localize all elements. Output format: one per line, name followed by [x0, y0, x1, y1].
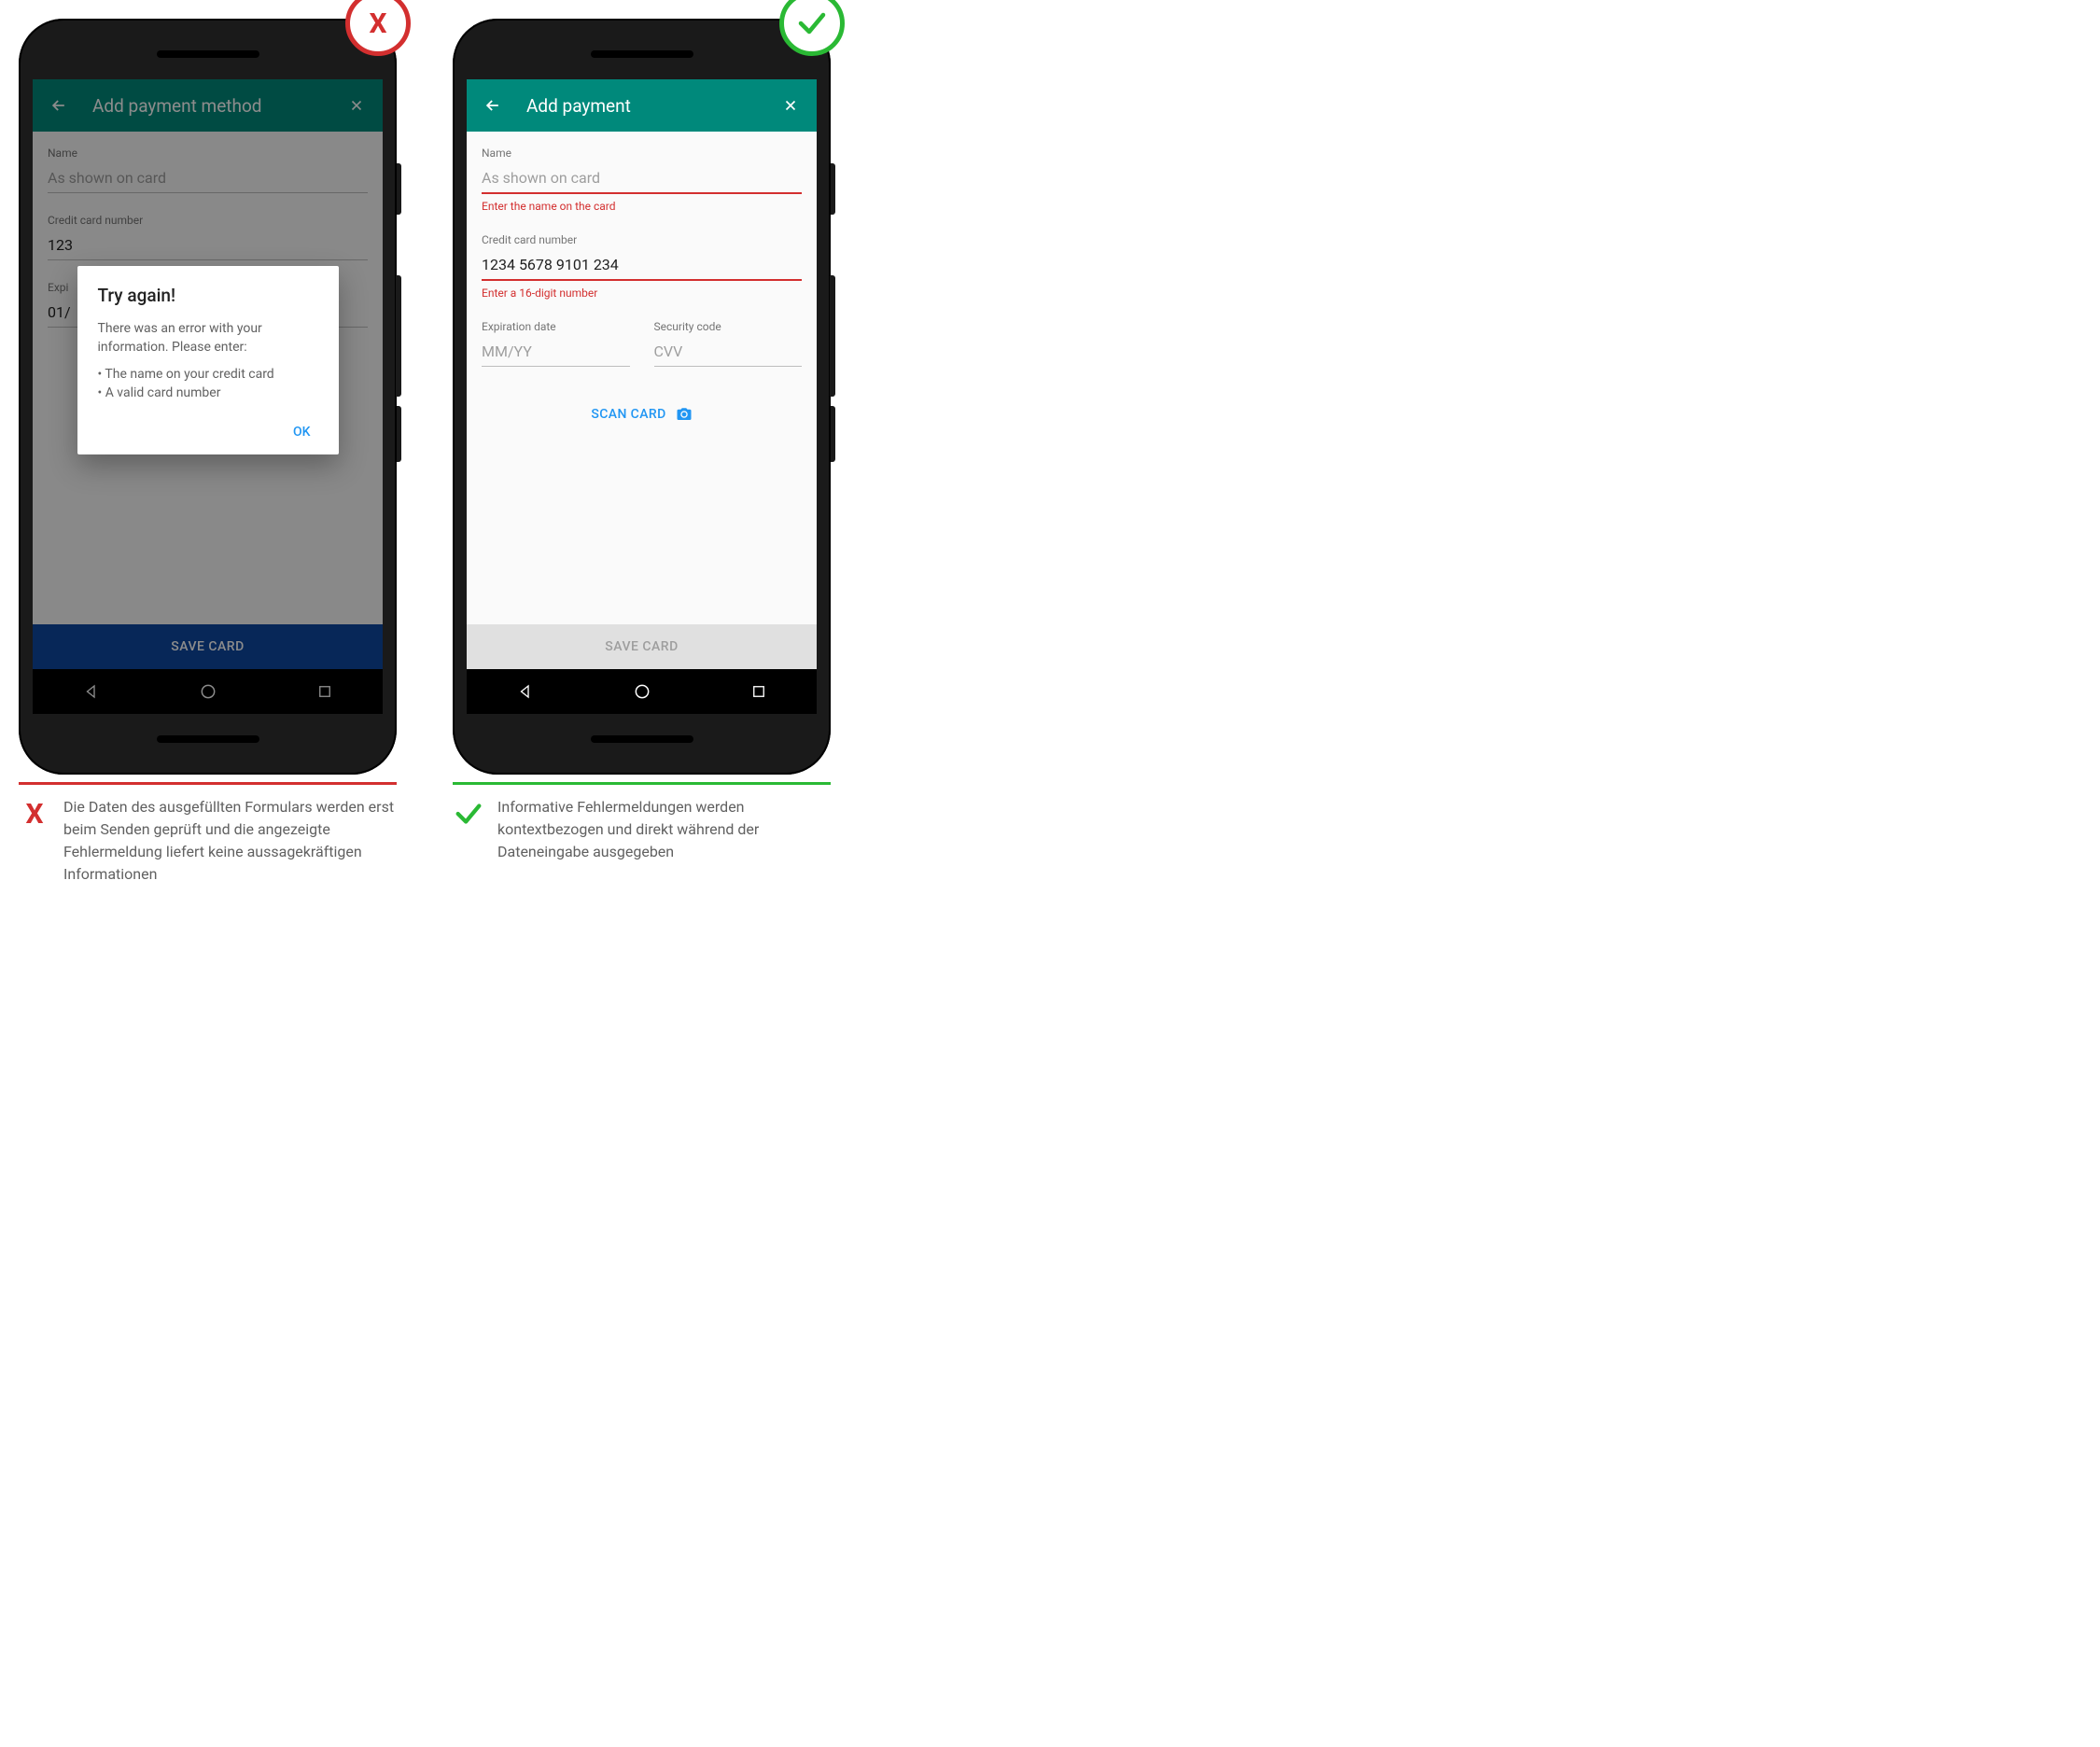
name-label: Name [482, 147, 802, 160]
name-label: Name [48, 147, 368, 160]
scan-label: SCAN CARD [591, 407, 665, 422]
phone-speaker-bottom [157, 735, 259, 743]
dialog-message: There was an error with your information… [98, 319, 318, 357]
cvv-field: Security code CVV [654, 320, 803, 367]
good-example: Add payment Name As shown on card Enter … [453, 19, 831, 863]
nav-recent-icon[interactable] [315, 681, 335, 702]
phone-speaker-bottom [591, 735, 693, 743]
check-icon [795, 7, 829, 40]
close-icon[interactable] [345, 94, 368, 117]
good-caption: Informative Fehlermeldungen werden konte… [453, 796, 831, 863]
android-nav-bar [467, 669, 817, 714]
save-button[interactable]: SAVE CARD [467, 624, 817, 669]
caption-text: Informative Fehlermeldungen werden konte… [497, 796, 831, 863]
phone-speaker-top [591, 50, 693, 58]
phone-screen: Add payment method Name As shown on card… [33, 79, 383, 714]
x-icon: X [369, 7, 386, 40]
dialog-title: Try again! [98, 285, 318, 306]
form-content: Name As shown on card Enter the name on … [467, 132, 817, 624]
cc-input[interactable]: 123 [48, 231, 368, 260]
nav-home-icon[interactable] [198, 681, 218, 702]
android-nav-bar [33, 669, 383, 714]
dialog-body: There was an error with your information… [98, 319, 318, 402]
cc-field: Credit card number 1234 5678 9101 234 En… [482, 233, 802, 300]
phone-frame: Add payment method Name As shown on card… [19, 19, 397, 775]
phone-side-button [397, 406, 401, 462]
nav-home-icon[interactable] [632, 681, 652, 702]
save-button[interactable]: SAVE CARD [33, 624, 383, 669]
bad-caption: X Die Daten des ausgefüllten Formulars w… [19, 796, 397, 886]
name-field: Name As shown on card Enter the name on … [482, 147, 802, 213]
phone-side-button [831, 406, 835, 462]
caption-divider [19, 782, 397, 785]
nav-back-icon[interactable] [81, 681, 102, 702]
app-bar-title: Add payment [526, 95, 757, 117]
exp-input[interactable]: MM/YY [482, 337, 630, 367]
name-input[interactable]: As shown on card [48, 163, 368, 193]
cc-label: Credit card number [482, 233, 802, 246]
app-bar: Add payment [467, 79, 817, 132]
check-icon [453, 796, 484, 830]
name-field: Name As shown on card [48, 147, 368, 193]
phone-side-button [830, 275, 835, 397]
dialog-list-item: • A valid card number [98, 384, 318, 402]
app-bar: Add payment method [33, 79, 383, 132]
back-arrow-icon[interactable] [48, 94, 70, 117]
error-dialog: Try again! There was an error with your … [77, 266, 339, 454]
caption-text: Die Daten des ausgefüllten Formulars wer… [63, 796, 397, 886]
exp-label: Expiration date [482, 320, 630, 333]
phone-side-button [396, 275, 401, 397]
bad-example: X Add payment method [19, 19, 397, 886]
nav-back-icon[interactable] [515, 681, 536, 702]
cc-error: Enter a 16-digit number [482, 281, 802, 300]
cvv-input[interactable]: CVV [654, 337, 803, 367]
cvv-label: Security code [654, 320, 803, 333]
close-icon[interactable] [779, 94, 802, 117]
phone-speaker-top [157, 50, 259, 58]
exp-field: Expiration date MM/YY [482, 320, 630, 367]
camera-icon [676, 406, 693, 423]
scan-card-button[interactable]: SCAN CARD [482, 406, 802, 423]
x-icon: X [19, 796, 50, 831]
nav-recent-icon[interactable] [749, 681, 769, 702]
phone-side-button [397, 163, 401, 215]
name-input[interactable]: As shown on card [482, 163, 802, 194]
phone-side-button [831, 163, 835, 215]
save-label: SAVE CARD [605, 639, 679, 654]
cc-input[interactable]: 1234 5678 9101 234 [482, 250, 802, 281]
app-bar-title: Add payment method [92, 95, 323, 117]
phone-frame: Add payment Name As shown on card Enter … [453, 19, 831, 775]
phone-screen: Add payment Name As shown on card Enter … [467, 79, 817, 714]
cc-field: Credit card number 123 [48, 214, 368, 260]
save-label: SAVE CARD [171, 639, 245, 654]
dialog-list-item: • The name on your credit card [98, 365, 318, 384]
caption-divider [453, 782, 831, 785]
cc-label: Credit card number [48, 214, 368, 227]
name-error: Enter the name on the card [482, 194, 802, 213]
back-arrow-icon[interactable] [482, 94, 504, 117]
dialog-ok-button[interactable]: OK [286, 419, 318, 445]
